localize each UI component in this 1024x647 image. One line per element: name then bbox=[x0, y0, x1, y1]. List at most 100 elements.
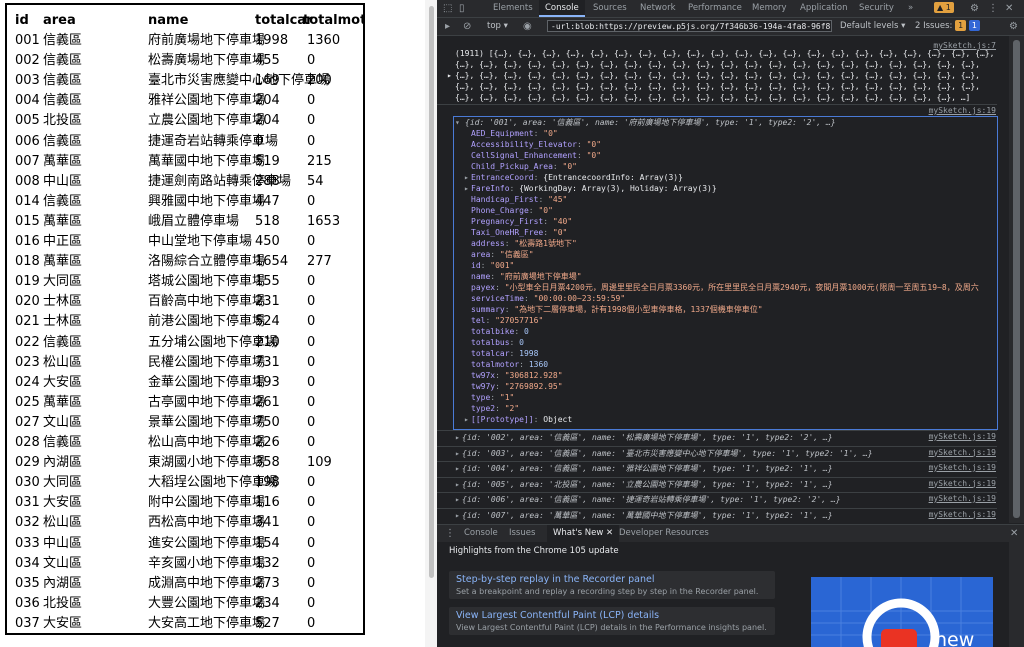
tab-network[interactable]: Network bbox=[640, 0, 676, 17]
table-cell: 0 bbox=[307, 314, 316, 330]
tab-security[interactable]: Security bbox=[859, 0, 894, 17]
table-cell: 士林區 bbox=[43, 294, 83, 310]
issues-counter[interactable]: 2 Issues: 1 1 bbox=[915, 18, 980, 35]
object-header[interactable]: {id: '001', area: '信義區', name: '府前廣場地下停車… bbox=[465, 117, 836, 128]
settings-gear-icon[interactable]: ⚙ bbox=[970, 0, 979, 17]
source-link[interactable]: mySketch.js:19 bbox=[929, 493, 996, 504]
table-cell: 1998 bbox=[255, 33, 289, 48]
sidebar-toggle-icon[interactable]: ▸ bbox=[445, 18, 450, 35]
close-tab-icon[interactable]: ✕ bbox=[606, 528, 613, 538]
array-log-line[interactable]: (1911) [{…}, {…}, {…}, {…}, {…}, {…}, {…… bbox=[455, 48, 994, 59]
table-cell: 文山區 bbox=[43, 555, 83, 571]
drawer-scrollbar[interactable] bbox=[1009, 542, 1024, 647]
tab-application[interactable]: Application bbox=[800, 0, 848, 17]
table-cell: 信義區 bbox=[43, 133, 83, 149]
p5-preview: idareanametotalcartotalmotor001信義區府前廣場地下… bbox=[0, 0, 437, 647]
log-entry[interactable]: {id: '005', area: '北投區', name: '立農公園地下停車… bbox=[462, 479, 833, 490]
console-settings-gear-icon[interactable]: ⚙ bbox=[1009, 18, 1018, 35]
source-link[interactable]: mySketch.js:19 bbox=[929, 447, 996, 458]
table-cell: 興雅國中地下停車場 bbox=[148, 193, 266, 209]
table-cell: 001 bbox=[15, 33, 40, 48]
table-cell: 洛陽綜合立體停車場 bbox=[148, 254, 266, 270]
drawer-tab-issues[interactable]: Issues bbox=[509, 525, 535, 542]
property-key: tw97y bbox=[471, 382, 496, 391]
console-scrollbar-thumb[interactable] bbox=[1013, 40, 1020, 518]
table-cell: 0 bbox=[307, 475, 316, 491]
property-key: Handicap_First bbox=[471, 195, 539, 204]
expand-arrow-icon[interactable]: ▸ bbox=[447, 70, 452, 81]
object-property: Child_Pickup_Area: "0" bbox=[471, 162, 577, 171]
expand-arrow-icon[interactable]: ▸ bbox=[455, 510, 460, 521]
close-drawer-icon[interactable]: ✕ bbox=[1010, 525, 1018, 542]
array-log-line: {…}, {…}, {…}, {…}, {…}, {…}, {…}, {…}, … bbox=[455, 71, 980, 80]
more-tabs-button[interactable]: » bbox=[908, 0, 913, 17]
clear-console-icon[interactable]: ⊘ bbox=[463, 18, 471, 35]
expand-arrow-icon[interactable]: ▸ bbox=[455, 494, 460, 505]
collapse-arrow-icon[interactable]: ▾ bbox=[455, 117, 460, 128]
expand-arrow-icon[interactable]: ▸ bbox=[455, 463, 460, 474]
drawer-tab-developer-resources[interactable]: Developer Resources bbox=[619, 525, 709, 542]
inspect-element-icon[interactable]: ⬚ bbox=[443, 0, 452, 17]
source-link[interactable]: mySketch.js:19 bbox=[929, 105, 996, 116]
source-link[interactable]: mySketch.js:19 bbox=[929, 462, 996, 473]
tab-sources[interactable]: Sources bbox=[593, 0, 627, 17]
tab-console[interactable]: Console bbox=[539, 0, 585, 17]
object-property[interactable]: ▸ [[Prototype]]: Object bbox=[464, 414, 572, 425]
table-cell: 北投區 bbox=[43, 595, 83, 611]
log-entry[interactable]: {id: '006', area: '信義區', name: '捷運奇岩站轉乘停… bbox=[462, 494, 841, 505]
table-cell: 前港公園地下停車場 bbox=[148, 314, 266, 330]
device-toolbar-icon[interactable]: ▯ bbox=[459, 0, 465, 17]
object-property[interactable]: ▸ EntranceCoord: {EntrancecoordInfo: Arra… bbox=[464, 172, 683, 183]
table-cell: 信義區 bbox=[43, 53, 83, 69]
table-cell: 0 bbox=[255, 133, 264, 149]
log-entry[interactable]: {id: '007', area: '萬華區', name: '萬華國中地下停車… bbox=[462, 510, 833, 521]
drawer-menu-icon[interactable]: ⋮ bbox=[445, 525, 455, 542]
object-property[interactable]: ▸ FareInfo: {WorkingDay: Array(3), Holida… bbox=[464, 183, 717, 194]
table-cell: 中山區 bbox=[43, 535, 83, 551]
live-expression-eye-icon[interactable]: ◉ bbox=[523, 18, 532, 35]
drawer-tab-console[interactable]: Console bbox=[464, 525, 498, 542]
tab-elements[interactable]: Elements bbox=[493, 0, 533, 17]
expand-arrow-icon[interactable]: ▸ bbox=[455, 432, 460, 443]
art-text: new bbox=[935, 629, 974, 647]
card-title[interactable]: View Largest Contentful Paint (LCP) deta… bbox=[456, 610, 768, 622]
log-entry[interactable]: {id: '002', area: '信義區', name: '松壽廣場地下停車… bbox=[462, 432, 833, 443]
card-title[interactable]: Step-by-step replay in the Recorder pane… bbox=[456, 574, 768, 586]
source-link[interactable]: mySketch.js:19 bbox=[929, 509, 996, 520]
property-key: Accessibility_Elevator bbox=[471, 140, 577, 149]
expand-arrow-icon[interactable]: ▸ bbox=[455, 448, 460, 459]
expand-arrow-icon[interactable]: ▸ bbox=[464, 414, 469, 425]
table-cell: 金華公園地下停車場 bbox=[148, 374, 266, 390]
log-levels-dropdown[interactable]: Default levels ▾ bbox=[840, 18, 905, 35]
console-filter-input[interactable]: -url:blob:https://preview.p5js.org/7f346… bbox=[547, 20, 832, 32]
tab-memory[interactable]: Memory bbox=[752, 0, 787, 17]
expand-arrow-icon[interactable]: ▸ bbox=[455, 479, 460, 490]
close-devtools-icon[interactable]: ✕ bbox=[1005, 0, 1013, 17]
log-entry[interactable]: {id: '003', area: '信義區', name: '臺北市災害應變中… bbox=[462, 448, 873, 459]
table-cell: 西松高中地下停車場 bbox=[148, 515, 266, 531]
table-cell: 峨眉立體停車場 bbox=[148, 213, 240, 229]
table-cell: 百齡高中地下停車場 bbox=[148, 294, 266, 310]
whats-new-card[interactable]: View Largest Contentful Paint (LCP) deta… bbox=[449, 607, 775, 635]
expand-arrow-icon[interactable]: ▸ bbox=[464, 172, 469, 183]
whats-new-video-thumbnail[interactable]: new bbox=[811, 577, 993, 647]
log-entry[interactable]: {id: '004', area: '信義區', name: '雅祥公園地下停車… bbox=[462, 463, 833, 474]
expand-arrow-icon[interactable]: ▸ bbox=[464, 183, 469, 194]
property-value: "40" bbox=[552, 217, 573, 226]
property-key: EntranceCoord bbox=[471, 173, 534, 182]
table-cell: 中正區 bbox=[43, 234, 83, 249]
object-property: tw97x: "306812.928" bbox=[471, 371, 563, 380]
property-value: "信義區" bbox=[499, 250, 534, 259]
preview-scrollbar-thumb[interactable] bbox=[429, 6, 434, 578]
context-selector[interactable]: top ▾ bbox=[487, 18, 508, 35]
more-options-icon[interactable]: ⋮ bbox=[988, 0, 998, 17]
table-cell: 松壽廣場地下停車場 bbox=[148, 53, 266, 69]
warning-badge[interactable]: ▲ 1 bbox=[934, 0, 954, 17]
source-link[interactable]: mySketch.js:19 bbox=[929, 478, 996, 489]
whats-new-card[interactable]: Step-by-step replay in the Recorder pane… bbox=[449, 571, 775, 599]
property-value: 0 bbox=[524, 327, 529, 336]
property-value: "001" bbox=[490, 261, 515, 270]
tab-performance[interactable]: Performance bbox=[688, 0, 742, 17]
drawer-tab-whats-new[interactable]: What's New ✕ bbox=[547, 525, 620, 542]
source-link[interactable]: mySketch.js:19 bbox=[929, 431, 996, 442]
